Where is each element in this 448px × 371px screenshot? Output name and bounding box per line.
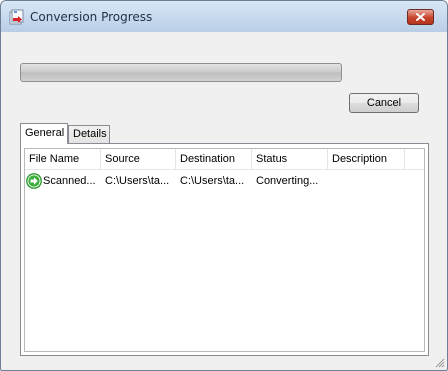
- cancel-button[interactable]: Cancel: [349, 93, 419, 113]
- column-header-source[interactable]: Source: [101, 149, 176, 169]
- title-bar[interactable]: Conversion Progress: [1, 1, 447, 32]
- list-header: File Name Source Destination Status Desc…: [25, 149, 424, 170]
- table-row[interactable]: Scanned... C:\Users\ta... C:\Users\ta...…: [25, 172, 424, 190]
- column-header-destination[interactable]: Destination: [176, 149, 252, 169]
- conversion-app-icon: [9, 9, 24, 25]
- cell-status: Converting...: [256, 175, 319, 187]
- tab-general[interactable]: General: [20, 123, 68, 144]
- close-icon: [416, 13, 425, 21]
- column-header-status[interactable]: Status: [252, 149, 328, 169]
- tab-panel-general: File Name Source Destination Status Desc…: [20, 143, 429, 356]
- play-status-icon: [26, 173, 42, 189]
- close-button[interactable]: [407, 9, 434, 25]
- column-header-file-name[interactable]: File Name: [25, 149, 101, 169]
- window-title: Conversion Progress: [30, 10, 153, 24]
- cell-destination: C:\Users\ta...: [180, 175, 245, 187]
- conversion-list[interactable]: File Name Source Destination Status Desc…: [24, 148, 425, 352]
- cell-file-name: Scanned...: [43, 175, 96, 187]
- conversion-progress-window: Conversion Progress Cancel General Detai…: [0, 0, 448, 371]
- column-header-description[interactable]: Description: [328, 149, 405, 169]
- tab-details[interactable]: Details: [68, 125, 110, 143]
- conversion-progress-bar: [20, 63, 342, 82]
- cell-source: C:\Users\ta...: [105, 175, 170, 187]
- cell-description: [328, 172, 405, 190]
- resize-grip-icon[interactable]: [435, 358, 445, 368]
